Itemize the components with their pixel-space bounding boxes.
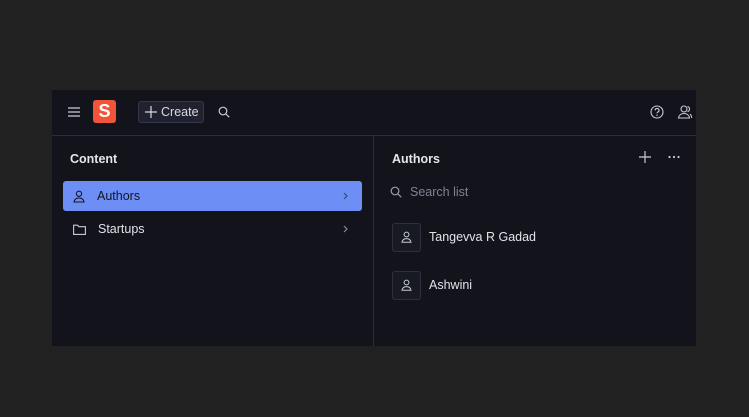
person-icon [401,231,412,243]
plus-icon [145,106,157,118]
menu-icon[interactable] [66,104,82,120]
user-menu-icon[interactable] [676,103,694,121]
content-item-label: Authors [97,189,141,203]
create-button-label: Create [161,105,199,119]
avatar [392,222,421,252]
person-icon [401,279,412,291]
author-item[interactable]: Ashwini [392,269,682,301]
help-icon[interactable] [648,103,666,121]
chevron-right-icon [338,221,354,237]
chevron-right-icon [338,188,354,204]
search-icon[interactable] [216,104,232,120]
content-item-startups[interactable]: Startups [63,214,362,244]
folder-icon [73,224,86,235]
authors-panel: Authors Tangevva R Gadad [374,136,696,346]
content-item-label: Startups [98,222,145,236]
create-button[interactable]: Create [138,101,204,123]
search-list [390,183,670,201]
content-item-authors[interactable]: Authors [63,181,362,211]
author-name: Ashwini [429,278,473,292]
logo[interactable]: S [93,100,116,123]
add-icon[interactable] [637,149,653,165]
content-panel-title: Content [70,152,118,166]
author-item[interactable]: Tangevva R Gadad [392,221,682,253]
authors-panel-title: Authors [392,152,440,166]
more-options-icon[interactable] [666,149,682,165]
studio-app: S Create Content Authors Startups Author… [52,90,696,346]
search-list-input[interactable] [410,185,650,199]
search-icon [390,186,402,198]
top-navbar: S Create [52,90,696,136]
content-panel: Content Authors Startups [52,136,374,346]
person-icon [73,190,85,203]
avatar [392,270,421,300]
author-name: Tangevva R Gadad [429,230,537,244]
